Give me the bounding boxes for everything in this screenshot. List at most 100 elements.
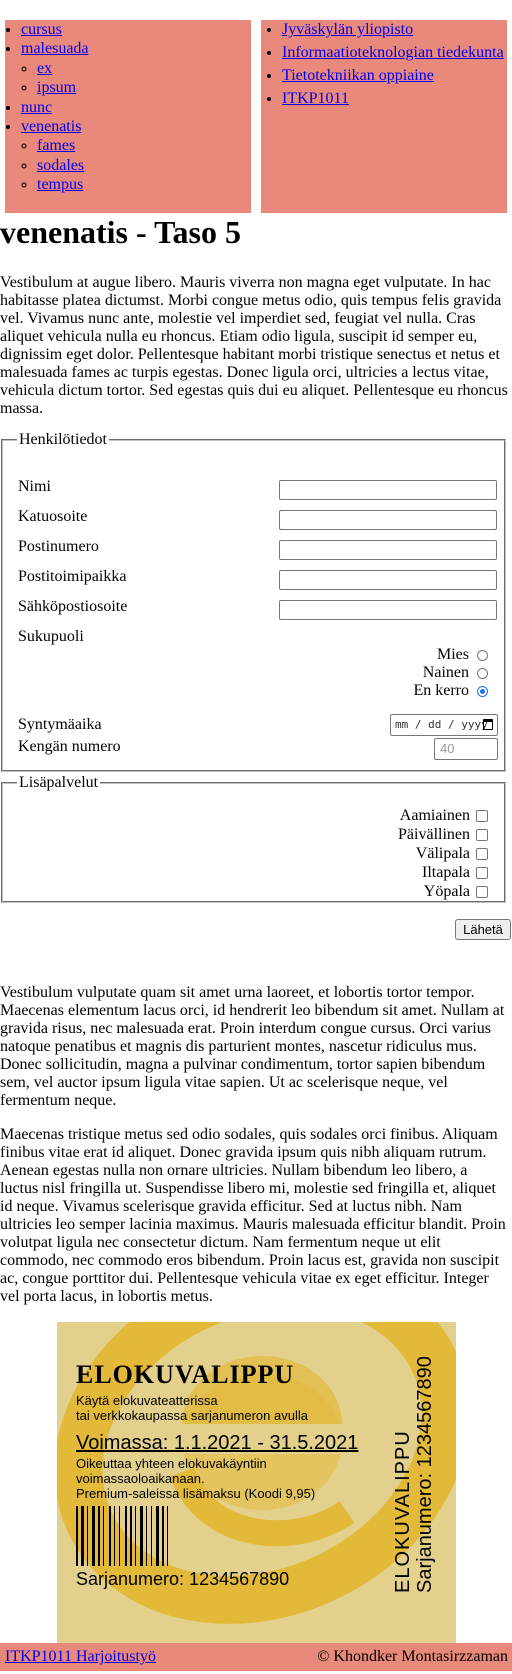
shoe-size-field[interactable]: 40 [434,738,498,760]
footer-credit: © Khondker Montasirzzaman [317,1648,508,1665]
nav-item-nunc: nunc [21,98,251,117]
nav-item-ex: ex [37,59,251,78]
gender-option-female[interactable]: Nainen [423,664,488,682]
nav-link-ipsum[interactable]: ipsum [37,79,76,96]
calendar-icon[interactable] [483,719,493,730]
extra-snack[interactable]: Välipala [416,845,488,863]
breadcrumb-link-course[interactable]: ITKP1011 [282,90,349,107]
nav-link-venenatis[interactable]: venenatis [21,118,81,135]
gender-female-label: Nainen [422,664,469,681]
nav-link-cursus[interactable]: cursus [21,21,62,38]
extra-night[interactable]: Yöpala [424,883,488,901]
barcode-bar [140,1506,143,1566]
movie-ticket: ELOKUVALIPPU Käytä elokuvateatterissa ta… [57,1322,456,1649]
nav-item-malesuada: malesuada ex ipsum [21,39,251,97]
barcode-bar [119,1506,120,1566]
ticket-side-title: ELOKUVALIPPU [392,1430,414,1593]
extra-snack-label: Välipala [415,845,470,862]
ticket-title: ELOKUVALIPPU [76,1360,295,1389]
breadcrumb-item: Informaatioteknologian tiedekunta [282,43,507,62]
left-nav: cursus malesuada ex ipsum nunc venenatis… [5,20,251,213]
extra-breakfast[interactable]: Aamiainen [400,807,488,825]
extra-night-checkbox[interactable] [476,886,488,898]
nav-link-ex[interactable]: ex [37,60,52,77]
barcode-bar [156,1506,159,1566]
extra-snack-checkbox[interactable] [476,848,488,860]
birthdate-placeholder: mm / dd / yyyy [395,718,488,731]
birthdate-field[interactable]: mm / dd / yyyy [390,714,498,736]
body-paragraph-2: Vestibulum vulputate quam sit amet urna … [0,984,505,1109]
personal-info-fieldset: Henkilötiedot Nimi Katuosoite Postinumer… [1,432,506,772]
barcode-bar [103,1506,104,1566]
extra-evening-label: Iltapala [422,864,470,881]
name-label: Nimi [18,478,51,495]
breadcrumb-link-university[interactable]: Jyväskylän yliopisto [282,21,413,38]
body-paragraph-3: Maecenas tristique metus sed odio sodale… [0,1126,506,1305]
nav-link-fames[interactable]: fames [37,137,75,154]
gender-none-label: En kerro [413,682,469,699]
gender-option-male[interactable]: Mies [437,646,488,664]
nav-item-ipsum: ipsum [37,78,251,97]
submit-button[interactable]: Lähetä [455,919,511,940]
nav-link-nunc[interactable]: nunc [21,99,52,116]
gender-female-radio[interactable] [477,667,488,679]
extra-evening-checkbox[interactable] [476,867,488,879]
extra-lunch-checkbox[interactable] [476,829,488,841]
nav-link-malesuada[interactable]: malesuada [21,40,89,57]
footer: ITKP1011 Harjoitustyö © Khondker Montasi… [0,1643,512,1671]
extra-night-label: Yöpala [423,883,470,900]
breadcrumb-link-department[interactable]: Tietotekniikan oppiaine [282,67,434,84]
extra-evening[interactable]: Iltapala [422,864,488,882]
nav-item-sodales: sodales [37,156,251,175]
extra-lunch-label: Päivällinen [398,826,470,843]
gender-male-radio[interactable] [477,649,488,661]
barcode-bar [162,1506,164,1566]
extras-legend: Lisäpalvelut [19,774,99,791]
shoe-label: Kengän numero [18,738,121,755]
barcode-bar [167,1506,168,1566]
street-field[interactable] [279,510,497,530]
email-field[interactable] [279,600,497,620]
nav-link-sodales[interactable]: sodales [37,157,84,174]
nav-link-tempus[interactable]: tempus [37,176,83,193]
nav-item-tempus: tempus [37,175,251,194]
footer-course-link[interactable]: ITKP1011 Harjoitustyö [5,1648,156,1666]
barcode-bar [125,1506,127,1566]
shoe-size-placeholder: 40 [440,741,455,756]
barcode-bar [87,1506,88,1566]
extra-breakfast-label: Aamiainen [399,807,470,824]
breadcrumb-item: Tietotekniikan oppiaine [282,66,507,85]
extra-breakfast-checkbox[interactable] [476,810,488,822]
gender-none-radio[interactable] [477,685,488,697]
barcode-bar [92,1506,95,1566]
barcode-bar [130,1506,132,1566]
nav-item-venenatis: venenatis fames sodales tempus [21,117,251,195]
breadcrumb-link-faculty[interactable]: Informaatioteknologian tiedekunta [282,44,504,61]
postcode-label: Postinumero [18,538,99,555]
nav-item-fames: fames [37,136,251,155]
barcode-bar [81,1506,84,1566]
nav-sublist-malesuada: ex ipsum [21,59,251,98]
breadcrumb-item: Jyväskylän yliopisto [282,20,507,39]
ticket-validity: Voimassa: 1.1.2021 - 31.5.2021 [76,1432,359,1454]
left-nav-list: cursus malesuada ex ipsum nunc venenatis… [5,20,251,195]
barcode-bar [114,1506,115,1566]
name-field[interactable] [279,480,497,500]
intro-paragraph: Vestibulum at augue libero. Mauris viver… [0,274,508,417]
barcode-bar [151,1506,152,1566]
ticket-usage-line-1: Käytä elokuvateatterissa [76,1393,218,1408]
nav-item-cursus: cursus [21,20,251,39]
ticket-note-1: Oikeuttaa yhteen elokuvakäyntiin [76,1456,267,1471]
city-field[interactable] [279,570,497,590]
email-label: Sähköpostiosoite [18,598,128,615]
postcode-field[interactable] [279,540,497,560]
city-label: Postitoimipaikka [18,568,127,585]
extra-lunch[interactable]: Päivällinen [398,826,488,844]
gender-male-label: Mies [437,646,469,663]
page-title: venenatis - Taso 5 [0,214,241,250]
personal-info-legend: Henkilötiedot [19,431,107,448]
ticket-note-2: voimassaoloaikanaan. [76,1471,205,1486]
nav-sublist-venenatis: fames sodales tempus [21,136,251,194]
barcode-bar [98,1506,100,1566]
gender-option-none[interactable]: En kerro [413,682,488,700]
